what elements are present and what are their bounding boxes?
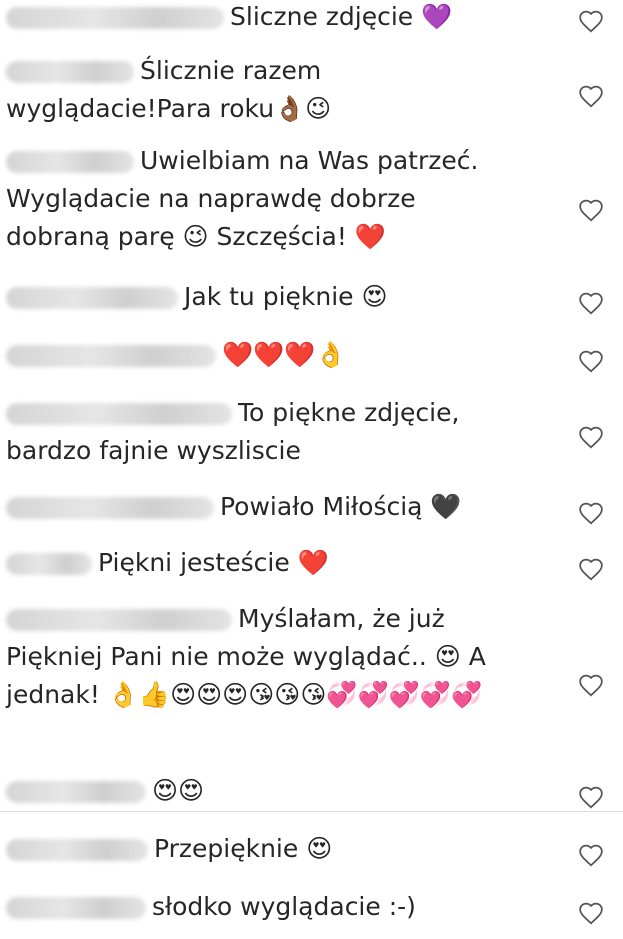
like-heart-icon[interactable]: [576, 195, 606, 225]
comment-text: Przepięknie 😍: [154, 834, 333, 863]
blurred-username[interactable]: [6, 839, 148, 861]
comment-text: Powiało Miłością 🖤: [220, 492, 462, 521]
blurred-username[interactable]: [6, 403, 232, 425]
comment-item: Ślicznie razem wyglądacie!Para roku👌🏾😉: [0, 50, 623, 130]
like-heart-icon[interactable]: [576, 840, 606, 870]
comment-item: Piękni jesteście ❤️: [0, 542, 623, 590]
comment-text: ❤️❤️❤️👌: [222, 340, 347, 369]
blurred-username[interactable]: [6, 497, 214, 519]
blurred-username[interactable]: [6, 781, 146, 803]
blurred-username[interactable]: [6, 345, 216, 367]
blurred-username[interactable]: [6, 151, 134, 173]
comment-text: słodko wyglądacie :-): [152, 892, 416, 921]
like-heart-icon[interactable]: [576, 81, 606, 111]
like-heart-icon[interactable]: [576, 288, 606, 318]
comment-item: Przepięknie 😍: [0, 828, 623, 876]
blurred-username[interactable]: [6, 7, 224, 29]
blurred-username[interactable]: [6, 609, 232, 631]
like-heart-icon[interactable]: [576, 554, 606, 584]
blurred-username[interactable]: [6, 61, 134, 83]
comment-text: Sliczne zdjęcie 💜: [230, 2, 453, 31]
comment-item: ❤️❤️❤️👌: [0, 334, 623, 382]
comment-item: słodko wyglądacie :-): [0, 886, 623, 934]
comment-text: Jak tu pięknie 😍: [184, 282, 388, 311]
blurred-username[interactable]: [6, 287, 178, 309]
blurred-username[interactable]: [6, 553, 92, 575]
like-heart-icon[interactable]: [576, 6, 606, 36]
like-heart-icon[interactable]: [576, 346, 606, 376]
comment-text: Piękni jesteście ❤️: [98, 548, 329, 577]
like-heart-icon[interactable]: [576, 898, 606, 928]
comment-item: Myślałam, że już Piękniej Pani nie może …: [0, 598, 623, 758]
comment-item: Jak tu pięknie 😍: [0, 276, 623, 324]
like-heart-icon[interactable]: [576, 422, 606, 452]
like-heart-icon[interactable]: [576, 782, 606, 812]
comment-item: Powiało Miłością 🖤: [0, 486, 623, 534]
blurred-username[interactable]: [6, 897, 146, 919]
comment-item: 😍😍: [0, 770, 623, 810]
like-heart-icon[interactable]: [576, 670, 606, 700]
comment-item: To piękne zdjęcie, bardzo fajnie wyszlis…: [0, 392, 623, 476]
comment-item: Uwielbiam na Was patrzeć. Wyglądacie na …: [0, 140, 623, 270]
comment-text: 😍😍: [152, 776, 205, 805]
section-divider: [0, 811, 623, 812]
comment-item: Sliczne zdjęcie 💜: [0, 0, 623, 40]
like-heart-icon[interactable]: [576, 498, 606, 528]
